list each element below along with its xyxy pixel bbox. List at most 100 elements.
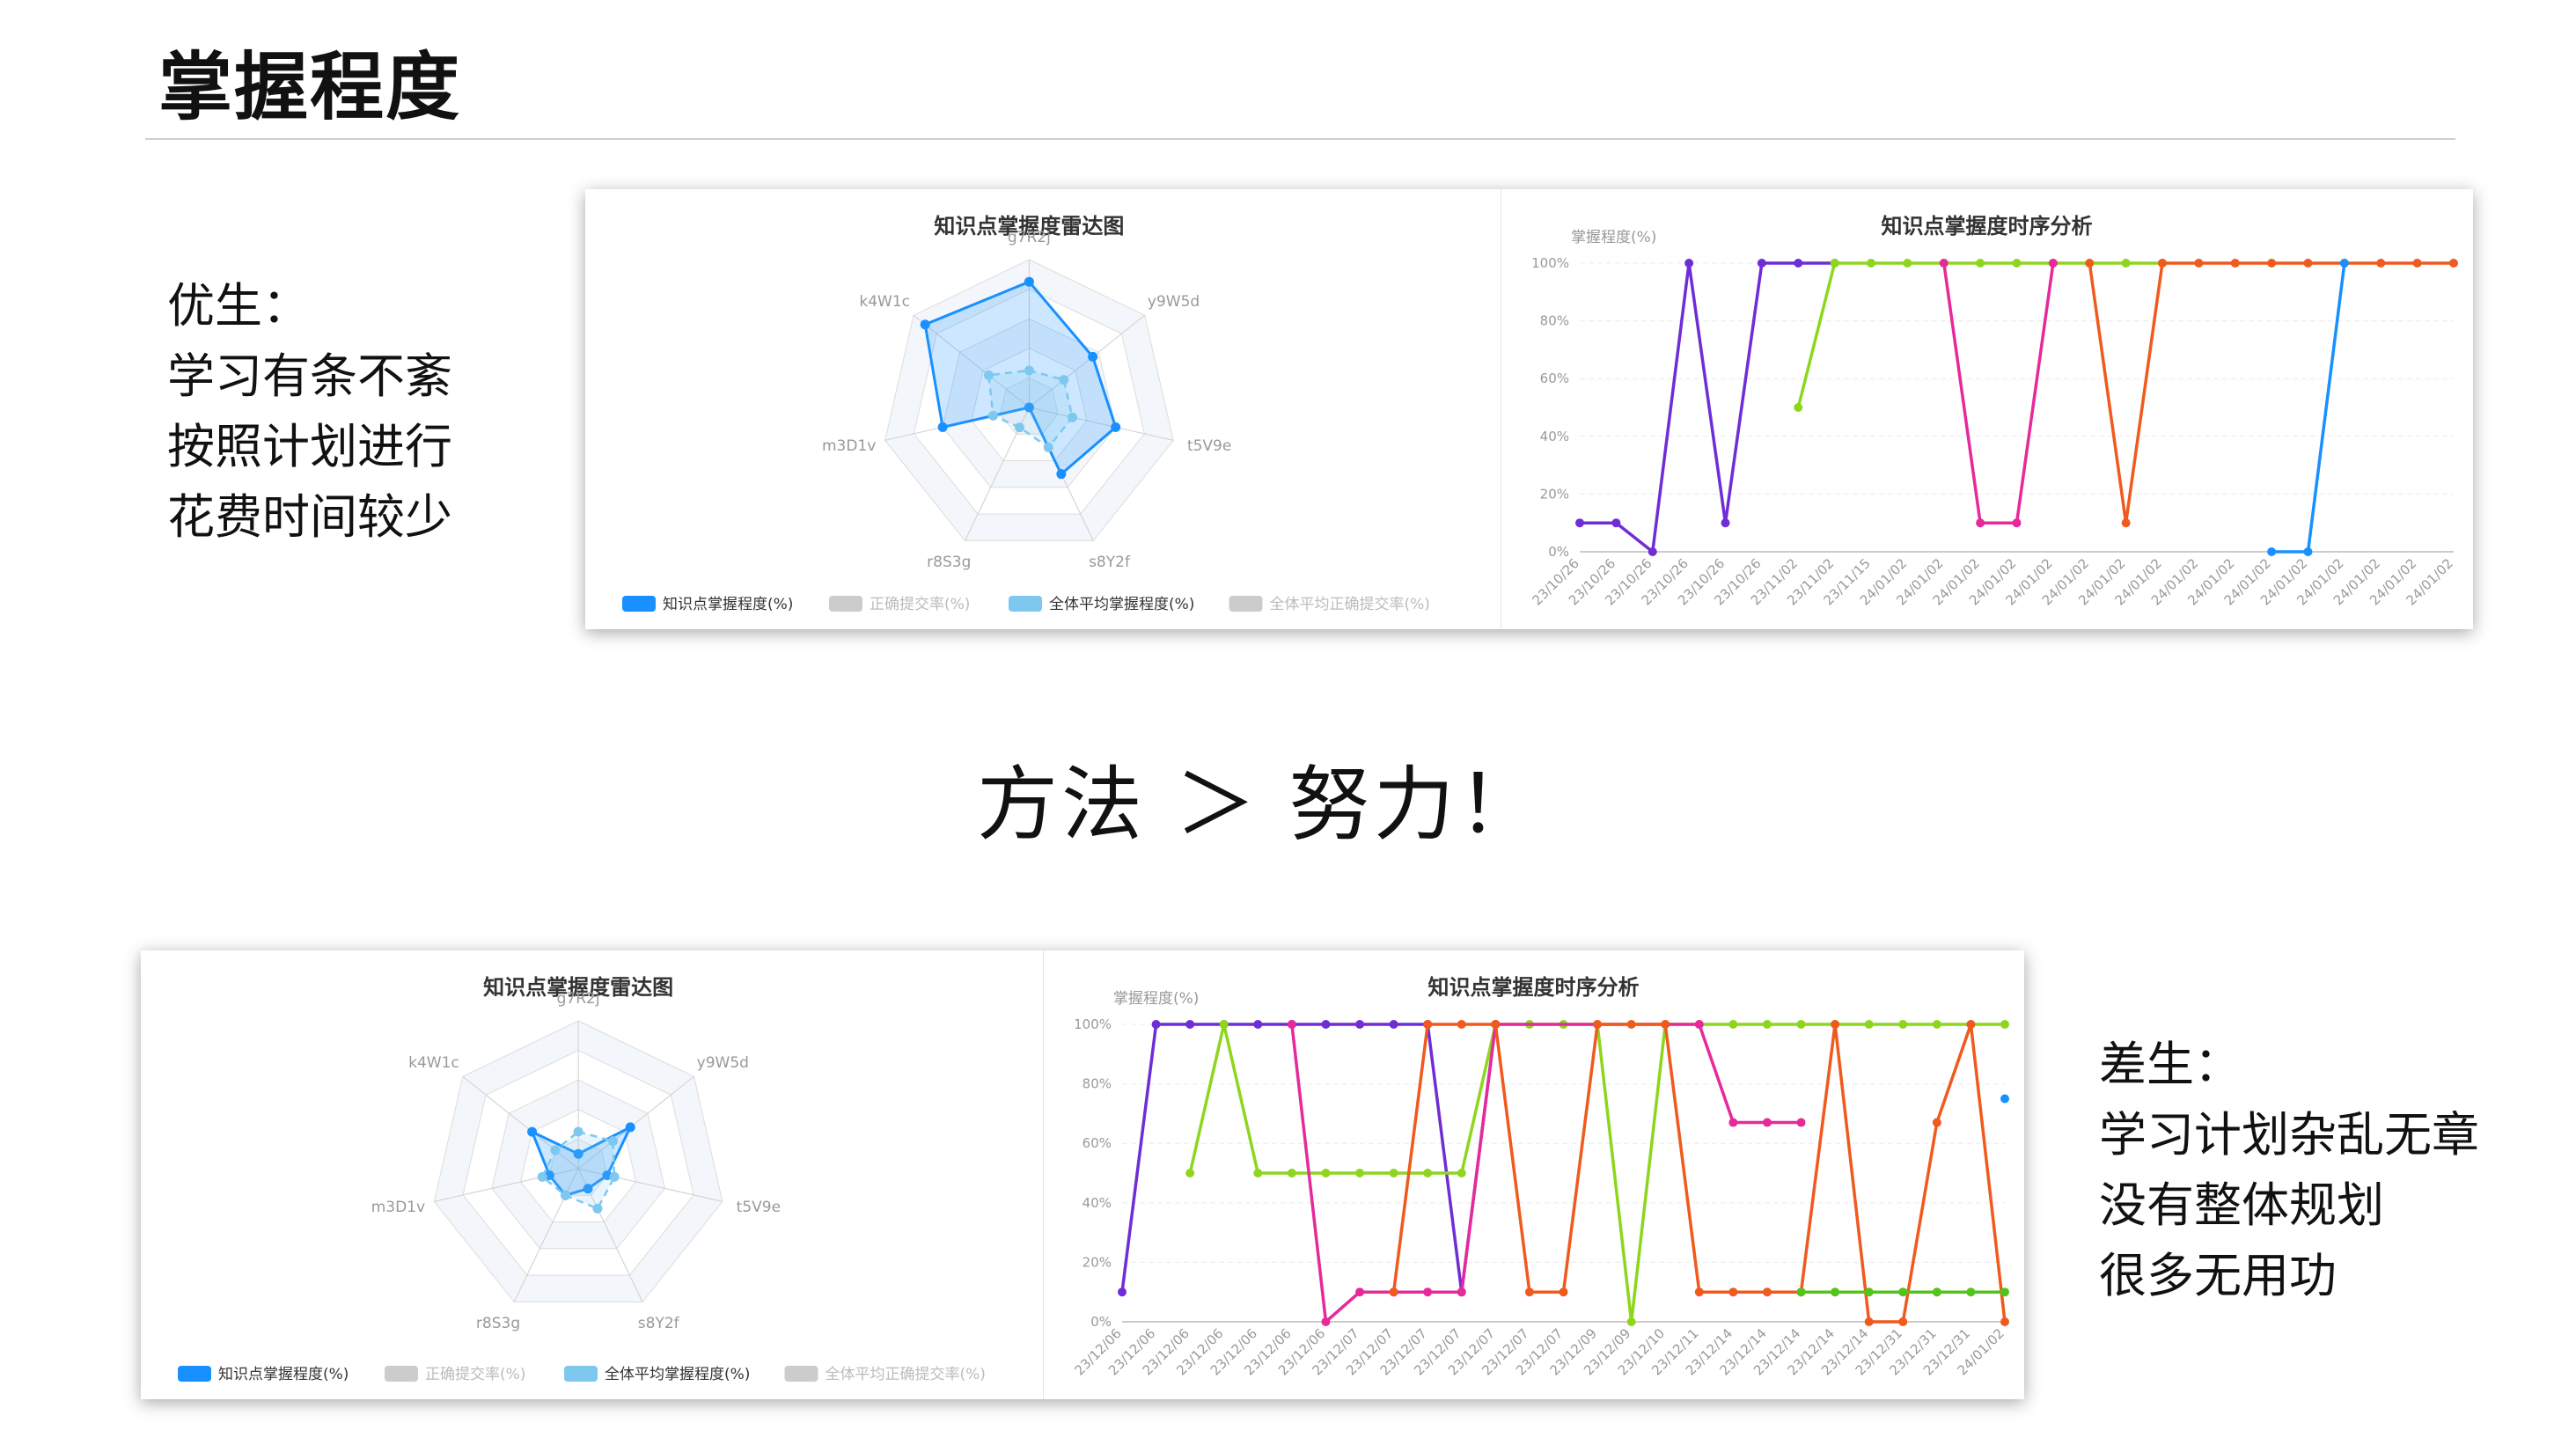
y-tick-label: 20% <box>1540 486 1569 502</box>
legend-swatch <box>784 1366 818 1382</box>
series-point <box>1287 1169 1296 1177</box>
series-point <box>1219 1020 1229 1029</box>
series-point <box>1423 1169 1433 1177</box>
radar-indicator-label: r8S3g <box>927 554 971 571</box>
radar-indicator-label: g7R2j <box>1008 229 1051 246</box>
y-tick-label: 100% <box>1531 255 1569 271</box>
radar-point <box>609 1171 620 1182</box>
y-tick-label: 80% <box>1083 1076 1112 1092</box>
series-point <box>2303 547 2313 556</box>
series-point <box>2012 518 2022 528</box>
bad-student-line: 很多无用功 <box>2099 1248 2337 1303</box>
series-point <box>2449 259 2458 268</box>
good-radar-chart: 知识点掌握度雷达图g7R2jy9W5dt5V9es8Y2fr8S3gm3D1vk… <box>622 214 1430 613</box>
good-student-line: 学习有条不紊 <box>167 348 452 404</box>
series-point <box>1864 1287 1874 1297</box>
series-point <box>1389 1169 1398 1177</box>
radar-point <box>608 1136 619 1147</box>
y-tick-label: 0% <box>1090 1314 1112 1330</box>
poor-timeline-chart: 知识点掌握度时序分析掌握程度(%)0%20%40%60%80%100%23/12… <box>1071 975 2009 1378</box>
slogan: 方法 ＞ 努力！ <box>977 758 1543 852</box>
radar-point <box>537 1171 547 1182</box>
series-point <box>1118 1287 1127 1297</box>
series-point <box>1491 1020 1501 1029</box>
series-point <box>1457 1020 1466 1029</box>
series-point <box>1423 1287 1433 1297</box>
radar-indicator-label: s8Y2f <box>1089 554 1131 571</box>
good-student-heading: 优生： <box>167 278 310 334</box>
legend-swatch <box>622 596 656 612</box>
radar-indicator-label: t5V9e <box>1187 437 1231 455</box>
radar-point <box>1024 276 1034 287</box>
radar-point <box>1068 412 1078 422</box>
good-student-line: 按照计划进行 <box>167 419 452 474</box>
series-point <box>1287 1020 1296 1029</box>
series-point <box>1355 1169 1365 1177</box>
series-line <box>1188 1023 2005 1323</box>
legend-label: 全体平均正确提交率(%) <box>826 1366 986 1383</box>
radar-point <box>527 1126 538 1137</box>
legend-swatch <box>178 1366 211 1382</box>
legend-swatch <box>1009 596 1042 612</box>
series-point <box>1794 403 1803 412</box>
legend-label: 正确提交率(%) <box>425 1366 525 1383</box>
series-point <box>1661 1020 1670 1029</box>
radar-indicator-label: y9W5d <box>697 1054 749 1072</box>
series-point <box>1728 1020 1738 1029</box>
series-point <box>2121 259 2131 268</box>
legend-label: 知识点掌握程度(%) <box>663 596 793 613</box>
radar-point <box>1088 351 1098 362</box>
series-point <box>1867 259 1875 268</box>
series-point <box>1762 1287 1772 1297</box>
series-point <box>2000 1094 2009 1104</box>
series-line <box>1120 1023 1498 1293</box>
series-point <box>1694 1020 1704 1029</box>
legend-label: 全体平均掌握程度(%) <box>1049 596 1194 613</box>
series-point <box>1593 1020 1603 1029</box>
y-axis-label: 掌握程度(%) <box>1571 229 1656 246</box>
series-point <box>2194 259 2204 268</box>
series-point <box>2267 259 2277 268</box>
series-point <box>1355 1020 1365 1029</box>
radar-point <box>983 370 994 380</box>
series-point <box>1253 1169 1263 1177</box>
good-student-panel: 知识点掌握度雷达图 g7R2j y9W5d t5V9e s8Y2f r8S3g m3D1v k… <box>585 189 2473 629</box>
series-point <box>1559 1287 1568 1297</box>
series-point <box>1966 1020 1976 1029</box>
series-point <box>1976 259 1985 268</box>
series-point <box>2376 259 2386 268</box>
legend-label: 知识点掌握程度(%) <box>218 1366 349 1383</box>
radar-indicator-label: r8S3g <box>476 1315 520 1332</box>
radar-point <box>937 422 948 432</box>
series-point <box>2158 259 2167 268</box>
series-point <box>2012 259 2022 268</box>
series-point <box>2000 1020 2009 1029</box>
radar-indicator-label: m3D1v <box>371 1199 425 1216</box>
poor-radar-chart: 知识点掌握度雷达图g7R2jy9W5dt5V9es8Y2fr8S3gm3D1vk… <box>178 975 986 1383</box>
series-point <box>1939 259 1949 268</box>
legend-label: 全体平均正确提交率(%) <box>1270 596 1430 613</box>
series-point <box>1626 1317 1636 1326</box>
series-point <box>1389 1287 1398 1297</box>
series-point <box>1321 1020 1331 1029</box>
series-point <box>2121 518 2131 528</box>
good-student-line: 花费时间较少 <box>167 489 452 545</box>
series-point <box>2412 259 2422 268</box>
radar-indicator-label: s8Y2f <box>638 1315 680 1332</box>
poor-student-panel: 知识点掌握度雷达图 g7R2j y9W5d t5V9e s8Y2f r8S3g m3D1v k… <box>141 950 2024 1399</box>
legend-swatch <box>385 1366 418 1382</box>
good-student-notes: 优生： 学习有条不紊 按照计划进行 花费时间较少 <box>167 271 452 553</box>
legend-swatch <box>564 1366 598 1382</box>
radar-point <box>1024 365 1034 376</box>
series-point <box>1831 1020 1840 1029</box>
radar-indicator-label: m3D1v <box>822 437 876 455</box>
series-point <box>1898 1317 1908 1326</box>
series-point <box>1728 1118 1738 1127</box>
bad-student-line: 学习计划杂乱无章 <box>2099 1107 2479 1163</box>
radar-point <box>1059 375 1069 385</box>
series-line <box>1942 262 2055 524</box>
series-point <box>1185 1169 1195 1177</box>
series-point <box>1253 1020 1263 1029</box>
y-tick-label: 80% <box>1540 313 1569 329</box>
series-point <box>1423 1020 1433 1029</box>
